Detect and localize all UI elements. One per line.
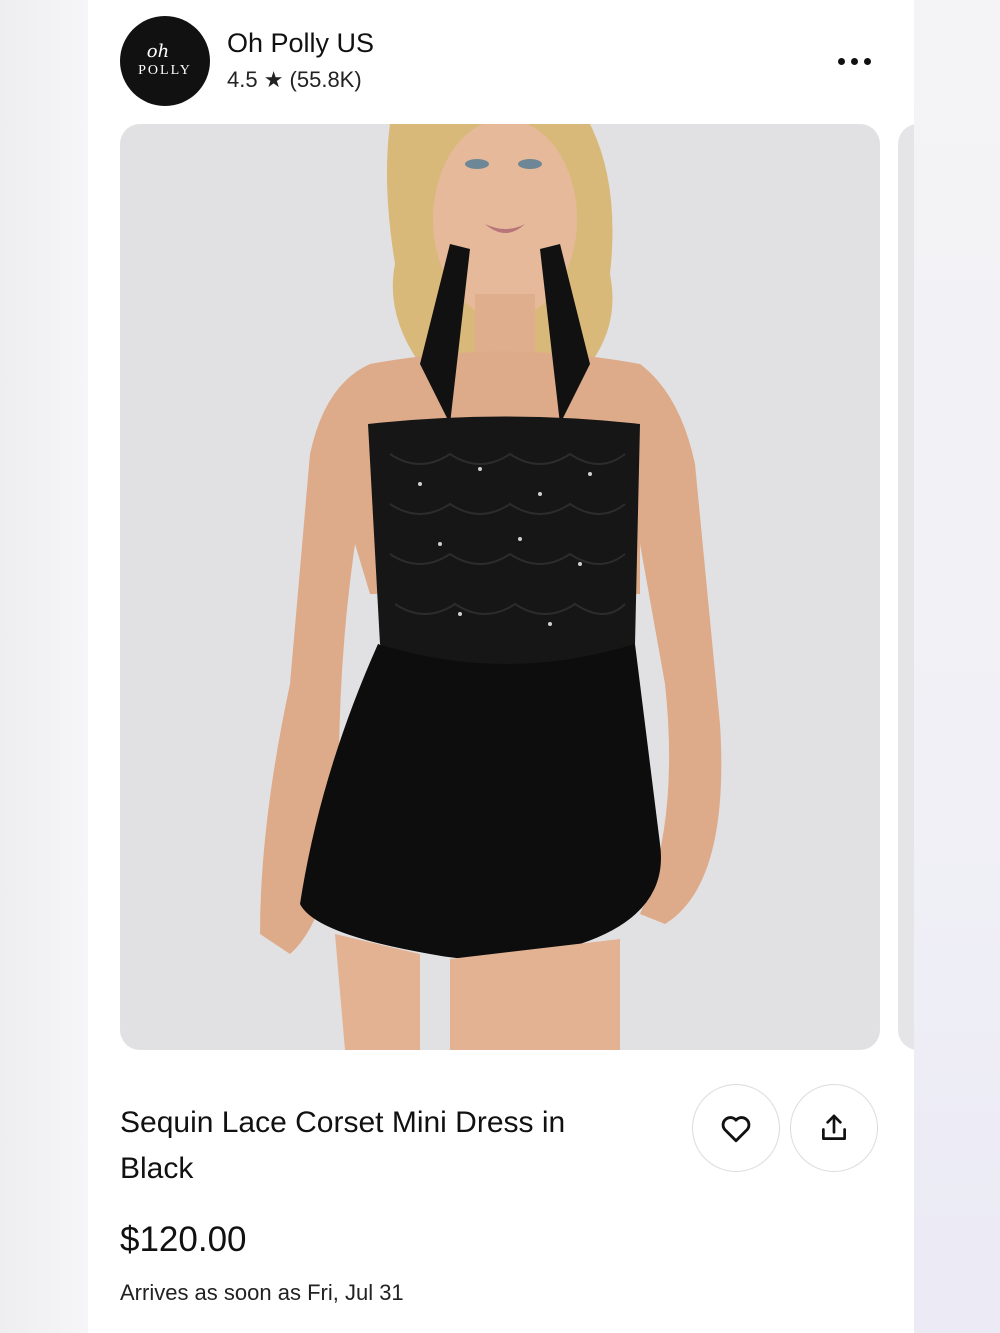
store-header: oh POLLY Oh Polly US 4.5 ★ (55.8K) (120, 16, 880, 108)
heart-icon (721, 1116, 751, 1143)
logo-word-text: POLLY (138, 63, 192, 78)
backdrop-left (0, 0, 88, 1333)
more-icon-dot (863, 57, 871, 65)
product-price: $120.00 (120, 1220, 247, 1259)
product-card: oh POLLY Oh Polly US 4.5 ★ (55.8K) Sequi… (88, 0, 914, 1333)
product-title: Sequin Lace Corset Mini Dress in Black (120, 1106, 566, 1185)
delivery-estimate: Arrives as soon as Fri, Jul 31 (120, 1280, 404, 1305)
backdrop-right (912, 0, 1000, 1333)
share-button[interactable] (790, 1084, 878, 1172)
share-icon (822, 1114, 846, 1140)
more-icon-dot (850, 57, 858, 65)
product-photo[interactable] (120, 124, 880, 1050)
store-logo[interactable]: oh POLLY (120, 16, 210, 106)
next-product-photo-peek[interactable] (898, 124, 914, 1050)
more-options-button[interactable] (828, 46, 880, 76)
favorite-button[interactable] (692, 1084, 780, 1172)
logo-script-text: oh (146, 41, 170, 62)
store-rating: 4.5 ★ (55.8K) (227, 67, 362, 92)
more-icon (837, 57, 845, 65)
store-name[interactable]: Oh Polly US (227, 28, 374, 59)
model-illustration (260, 124, 722, 1050)
